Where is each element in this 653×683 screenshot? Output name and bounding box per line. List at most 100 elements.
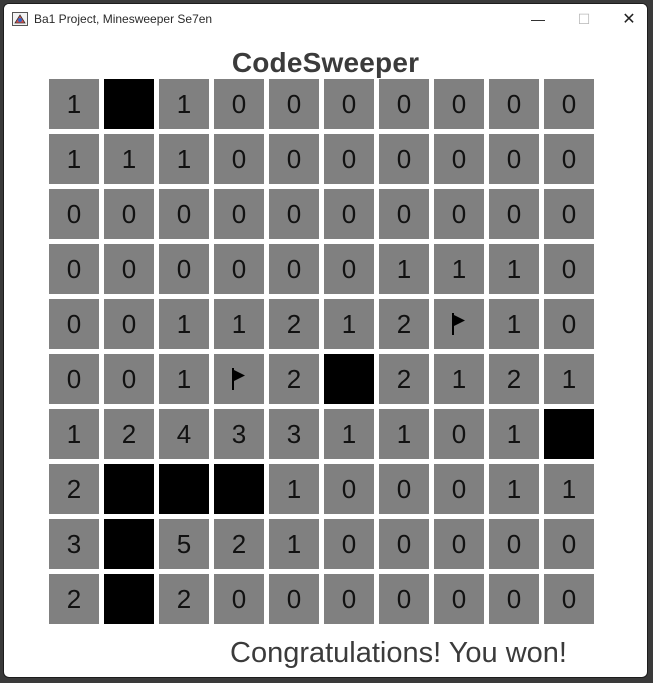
number-cell[interactable]: 0 <box>269 244 319 294</box>
minimize-button[interactable]: — <box>515 4 561 34</box>
mine-cell[interactable] <box>324 354 374 404</box>
number-cell[interactable]: 1 <box>324 299 374 349</box>
number-cell[interactable]: 1 <box>269 519 319 569</box>
number-cell[interactable]: 1 <box>49 409 99 459</box>
number-cell[interactable]: 0 <box>489 574 539 624</box>
number-cell[interactable]: 0 <box>379 574 429 624</box>
mine-cell[interactable] <box>214 464 264 514</box>
number-cell[interactable]: 1 <box>159 134 209 184</box>
number-cell[interactable]: 0 <box>379 519 429 569</box>
number-cell[interactable]: 0 <box>434 79 484 129</box>
number-cell[interactable]: 0 <box>104 244 154 294</box>
number-cell[interactable]: 0 <box>324 464 374 514</box>
number-cell[interactable]: 0 <box>324 519 374 569</box>
number-cell[interactable]: 0 <box>379 464 429 514</box>
number-cell[interactable]: 0 <box>49 189 99 239</box>
number-cell[interactable]: 0 <box>159 189 209 239</box>
number-cell[interactable]: 0 <box>324 244 374 294</box>
number-cell[interactable]: 0 <box>544 189 594 239</box>
number-cell[interactable]: 0 <box>544 244 594 294</box>
mine-cell[interactable] <box>159 464 209 514</box>
number-cell[interactable]: 1 <box>489 464 539 514</box>
number-cell[interactable]: 1 <box>269 464 319 514</box>
number-cell[interactable]: 3 <box>269 409 319 459</box>
number-cell[interactable]: 3 <box>49 519 99 569</box>
maximize-button[interactable]: ☐ <box>561 4 607 34</box>
number-cell[interactable]: 3 <box>214 409 264 459</box>
mine-cell[interactable] <box>104 464 154 514</box>
mine-cell[interactable] <box>544 409 594 459</box>
number-cell[interactable]: 1 <box>49 134 99 184</box>
number-cell[interactable]: 1 <box>379 409 429 459</box>
number-cell[interactable]: 0 <box>104 189 154 239</box>
number-cell[interactable]: 0 <box>544 79 594 129</box>
number-cell[interactable]: 0 <box>214 134 264 184</box>
number-cell[interactable]: 0 <box>434 464 484 514</box>
number-cell[interactable]: 0 <box>269 134 319 184</box>
flagged-cell[interactable] <box>434 299 484 349</box>
number-cell[interactable]: 0 <box>324 574 374 624</box>
number-cell[interactable]: 1 <box>324 409 374 459</box>
number-cell[interactable]: 2 <box>49 574 99 624</box>
title-bar[interactable]: Ba1 Project, Minesweeper Se7en — ☐ ✕ <box>4 4 647 34</box>
number-cell[interactable]: 0 <box>49 354 99 404</box>
number-cell[interactable]: 1 <box>544 464 594 514</box>
number-cell[interactable]: 1 <box>159 79 209 129</box>
number-cell[interactable]: 0 <box>434 409 484 459</box>
number-cell[interactable]: 0 <box>544 574 594 624</box>
number-cell[interactable]: 0 <box>324 189 374 239</box>
number-cell[interactable]: 0 <box>544 299 594 349</box>
number-cell[interactable]: 1 <box>544 354 594 404</box>
flagged-cell[interactable] <box>214 354 264 404</box>
number-cell[interactable]: 0 <box>104 299 154 349</box>
number-cell[interactable]: 5 <box>159 519 209 569</box>
number-cell[interactable]: 0 <box>269 574 319 624</box>
number-cell[interactable]: 1 <box>489 409 539 459</box>
number-cell[interactable]: 0 <box>49 299 99 349</box>
number-cell[interactable]: 0 <box>544 519 594 569</box>
number-cell[interactable]: 2 <box>489 354 539 404</box>
number-cell[interactable]: 2 <box>159 574 209 624</box>
number-cell[interactable]: 0 <box>214 244 264 294</box>
number-cell[interactable]: 2 <box>379 354 429 404</box>
mine-cell[interactable] <box>104 79 154 129</box>
number-cell[interactable]: 1 <box>434 244 484 294</box>
number-cell[interactable]: 0 <box>489 134 539 184</box>
number-cell[interactable]: 2 <box>214 519 264 569</box>
number-cell[interactable]: 0 <box>434 189 484 239</box>
number-cell[interactable]: 1 <box>489 244 539 294</box>
number-cell[interactable]: 0 <box>214 189 264 239</box>
number-cell[interactable]: 0 <box>434 574 484 624</box>
mine-cell[interactable] <box>104 574 154 624</box>
number-cell[interactable]: 0 <box>379 79 429 129</box>
number-cell[interactable]: 0 <box>159 244 209 294</box>
number-cell[interactable]: 0 <box>544 134 594 184</box>
number-cell[interactable]: 0 <box>489 519 539 569</box>
number-cell[interactable]: 1 <box>489 299 539 349</box>
number-cell[interactable]: 2 <box>49 464 99 514</box>
close-button[interactable]: ✕ <box>606 4 647 34</box>
number-cell[interactable]: 1 <box>379 244 429 294</box>
number-cell[interactable]: 1 <box>159 299 209 349</box>
mine-cell[interactable] <box>104 519 154 569</box>
number-cell[interactable]: 1 <box>159 354 209 404</box>
number-cell[interactable]: 0 <box>269 79 319 129</box>
number-cell[interactable]: 0 <box>104 354 154 404</box>
number-cell[interactable]: 1 <box>104 134 154 184</box>
number-cell[interactable]: 0 <box>49 244 99 294</box>
number-cell[interactable]: 2 <box>104 409 154 459</box>
number-cell[interactable]: 4 <box>159 409 209 459</box>
number-cell[interactable]: 0 <box>379 189 429 239</box>
number-cell[interactable]: 0 <box>214 79 264 129</box>
number-cell[interactable]: 0 <box>434 134 484 184</box>
number-cell[interactable]: 0 <box>379 134 429 184</box>
number-cell[interactable]: 0 <box>434 519 484 569</box>
number-cell[interactable]: 1 <box>214 299 264 349</box>
number-cell[interactable]: 1 <box>434 354 484 404</box>
number-cell[interactable]: 0 <box>269 189 319 239</box>
number-cell[interactable]: 0 <box>489 79 539 129</box>
number-cell[interactable]: 1 <box>49 79 99 129</box>
number-cell[interactable]: 2 <box>269 299 319 349</box>
number-cell[interactable]: 0 <box>324 134 374 184</box>
number-cell[interactable]: 0 <box>214 574 264 624</box>
